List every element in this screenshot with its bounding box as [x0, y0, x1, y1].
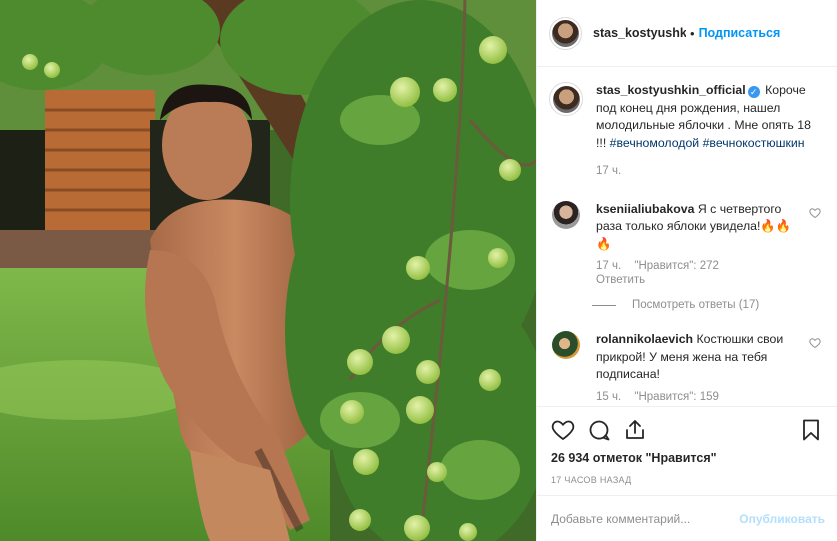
author-avatar[interactable]	[549, 16, 582, 50]
comment-time[interactable]: 15 ч.	[596, 391, 621, 403]
like-comment-heart-icon[interactable]	[809, 207, 821, 219]
comment-meta: 15 ч. "Нравится": 159	[596, 390, 801, 404]
commenter-avatar[interactable]	[552, 200, 580, 229]
post-actions: 26 934 отметок "Нравится" 17 ЧАСОВ НАЗАД…	[537, 406, 837, 541]
commenter-username-link[interactable]: rolannikolaevich	[596, 332, 693, 346]
caption-author-avatar[interactable]	[549, 82, 583, 116]
view-replies-label: Посмотреть ответы (17)	[632, 299, 760, 311]
post-header: stas_kostyushkin_of • Подписаться	[537, 0, 837, 67]
reply-button[interactable]: Ответить	[596, 274, 645, 286]
separator-dot: •	[690, 25, 695, 41]
photo-illustration	[0, 0, 536, 541]
comment-item: kseniialiubakova Я с четвертого раза тол…	[549, 200, 825, 288]
post-side-panel: stas_kostyushkin_of • Подписаться stas_k…	[536, 0, 837, 541]
post-photo[interactable]	[0, 0, 536, 541]
comment-time[interactable]: 17 ч.	[596, 260, 621, 272]
comments-list[interactable]: stas_kostyushkin_official ✓ Короче под ко…	[537, 68, 837, 406]
likes-count[interactable]: 26 934 отметок "Нравится"	[537, 451, 837, 465]
publish-button[interactable]: Опубликовать	[739, 512, 825, 526]
hashtag-link[interactable]: #вечномолодой	[610, 136, 700, 150]
comment-item: rolannikolaevich Костюшки свои прикрой! …	[549, 331, 825, 404]
caption-body: stas_kostyushkin_official ✓ Короче под ко…	[596, 82, 816, 181]
commenter-avatar[interactable]	[552, 331, 580, 359]
view-replies-button[interactable]: Посмотреть ответы (17)	[592, 299, 825, 311]
comment-likes[interactable]: "Нравится": 159	[634, 391, 719, 403]
caption-time[interactable]: 17 ч.	[596, 163, 816, 181]
caption: stas_kostyushkin_official ✓ Короче под ко…	[549, 82, 825, 181]
commenter-username-link[interactable]: kseniialiubakova	[596, 202, 694, 216]
comment-body: rolannikolaevich Костюшки свои прикрой! …	[596, 331, 801, 404]
comment-icon[interactable]	[587, 418, 611, 442]
comment-body: kseniialiubakova Я с четвертого раза тол…	[596, 201, 801, 288]
comment-likes[interactable]: "Нравится": 272	[634, 260, 719, 272]
comment-input[interactable]: Добавьте комментарий...	[551, 512, 739, 526]
share-icon[interactable]	[623, 418, 647, 442]
add-comment-bar: Добавьте комментарий... Опубликовать	[537, 495, 837, 541]
bookmark-icon[interactable]	[799, 418, 823, 442]
heart-icon[interactable]	[551, 418, 575, 442]
replies-divider	[592, 304, 616, 306]
like-comment-heart-icon[interactable]	[809, 337, 821, 349]
hashtag-link[interactable]: #вечнокостюшкин	[703, 136, 805, 150]
author-username-link[interactable]: stas_kostyushkin_of	[593, 26, 686, 40]
caption-username-link[interactable]: stas_kostyushkin_official	[596, 83, 746, 97]
comment-meta: 17 ч. "Нравится": 272 Ответить	[596, 259, 801, 287]
posted-time[interactable]: 17 ЧАСОВ НАЗАД	[537, 475, 837, 485]
verified-badge-icon: ✓	[747, 86, 760, 98]
follow-button[interactable]: Подписаться	[699, 26, 781, 40]
action-bar	[537, 407, 837, 453]
